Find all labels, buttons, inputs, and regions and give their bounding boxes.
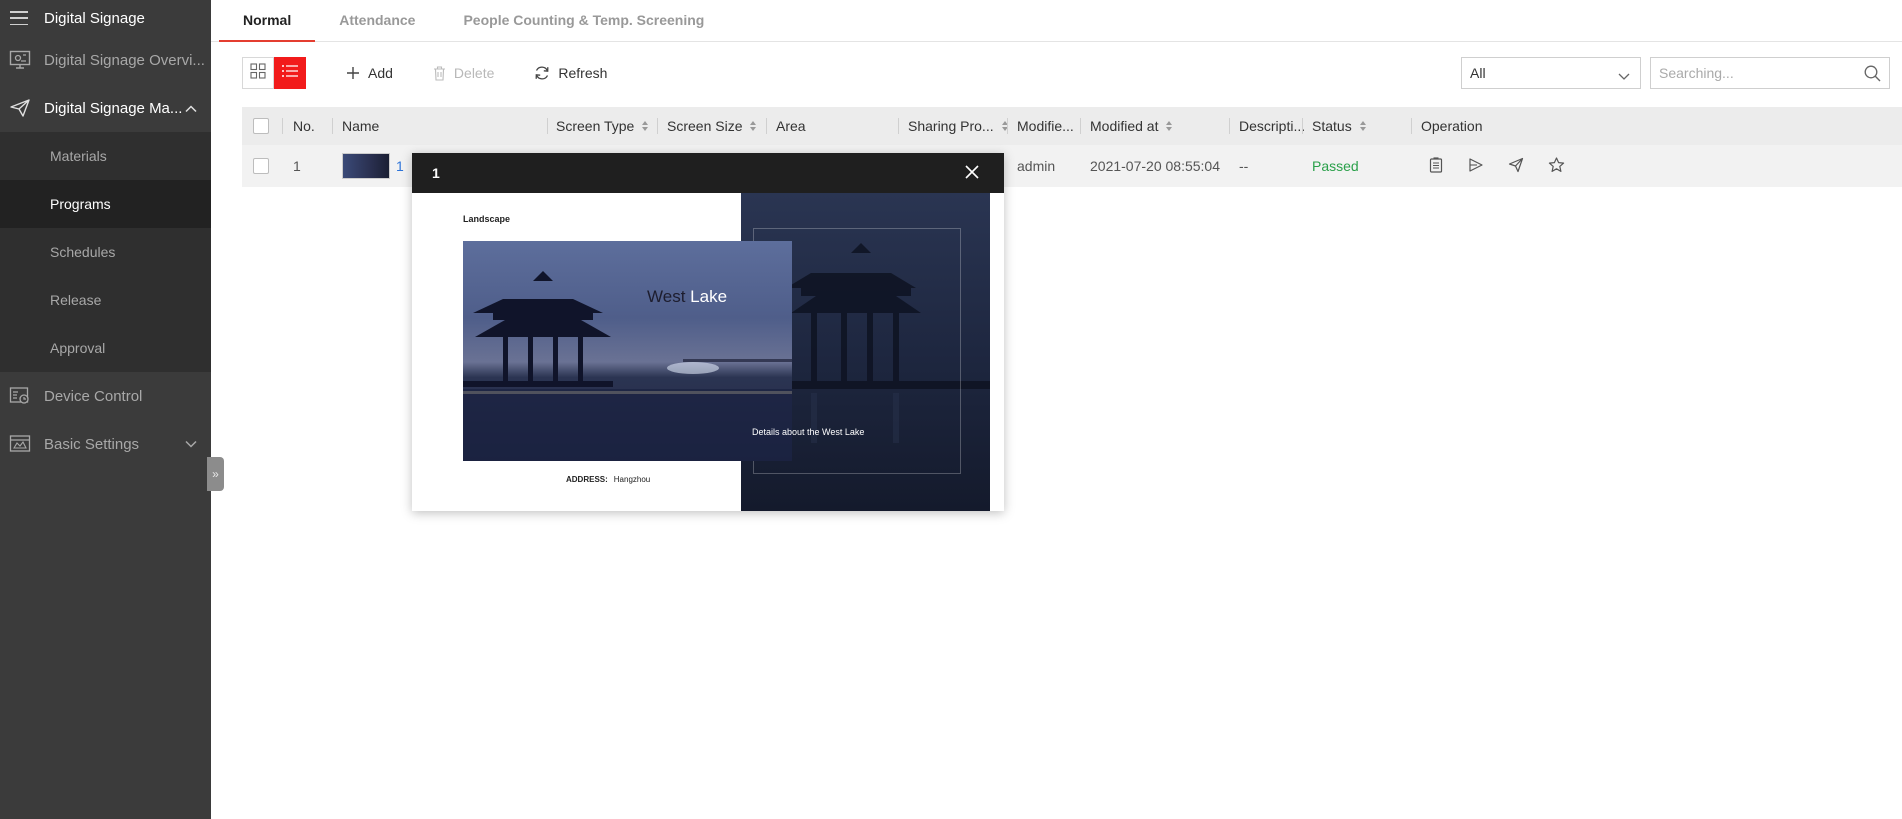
plus-icon xyxy=(346,66,360,80)
address-label: ADDRESS: xyxy=(566,475,608,484)
sidebar-item-label: Basic Settings xyxy=(44,435,140,453)
sidebar-submenu: Materials Programs Schedules Release App… xyxy=(0,132,211,372)
address-value: Hangzhou xyxy=(613,475,651,484)
sidebar-header: Digital Signage xyxy=(0,0,211,36)
tab-attendance[interactable]: Attendance xyxy=(315,0,439,41)
chevron-up-icon xyxy=(185,100,197,117)
close-icon[interactable] xyxy=(964,164,980,183)
grid-view-button[interactable] xyxy=(242,57,274,89)
add-button[interactable]: Add xyxy=(346,65,393,81)
sort-icon xyxy=(642,121,649,131)
column-header-area[interactable]: Area xyxy=(776,107,806,145)
app-root: Digital Signage Digital Signage Overvi..… xyxy=(0,0,1902,819)
sidebar-item-label: Digital Signage Overvi... xyxy=(44,51,205,69)
send-icon[interactable] xyxy=(1508,157,1524,176)
refresh-icon xyxy=(534,65,550,81)
row-checkbox[interactable] xyxy=(253,145,269,187)
sidebar-subitem-schedules[interactable]: Schedules xyxy=(0,228,211,276)
sidebar-item-management[interactable]: Digital Signage Ma... xyxy=(0,84,211,132)
column-header-name[interactable]: Name xyxy=(342,107,379,145)
sidebar-title: Digital Signage xyxy=(44,9,145,27)
column-header-no[interactable]: No. xyxy=(293,107,315,145)
row-status: Passed xyxy=(1312,158,1359,174)
sidebar-item-device-control[interactable]: Device Control xyxy=(0,372,211,420)
search-placeholder: Searching... xyxy=(1659,65,1734,81)
sort-icon xyxy=(1166,121,1173,131)
sidebar-subitem-approval[interactable]: Approval xyxy=(0,324,211,372)
play-icon[interactable] xyxy=(1468,157,1484,176)
program-thumbnail xyxy=(342,153,390,179)
toolbar: Add Delete Refresh All Searching... xyxy=(242,57,1902,89)
delete-label: Delete xyxy=(453,65,495,81)
row-name[interactable]: 1 xyxy=(342,145,404,187)
sidebar-item-label: Digital Signage Ma... xyxy=(44,99,183,117)
popup-preview-canvas: Landscape West Lake Details about the We… xyxy=(412,193,990,511)
paper-plane-icon xyxy=(8,97,32,119)
row-modified-by: admin xyxy=(1017,158,1056,174)
tab-bar: Normal Attendance People Counting & Temp… xyxy=(211,0,1902,42)
sidebar-item-label: Device Control xyxy=(44,387,143,405)
column-header-status[interactable]: Status xyxy=(1312,107,1366,145)
popup-header: 1 xyxy=(412,153,1004,193)
sidebar: Digital Signage Digital Signage Overvi..… xyxy=(0,0,211,819)
search-input[interactable]: Searching... xyxy=(1650,57,1890,89)
column-header-modified-at[interactable]: Modified at xyxy=(1090,107,1173,145)
overview-icon xyxy=(8,49,32,71)
row-operations xyxy=(1428,145,1565,187)
chevron-down-icon xyxy=(185,436,197,453)
row-no: 1 xyxy=(293,158,301,174)
filter-select[interactable]: All xyxy=(1461,57,1641,89)
refresh-button[interactable]: Refresh xyxy=(534,65,607,81)
tab-normal[interactable]: Normal xyxy=(219,0,316,42)
list-icon xyxy=(281,63,299,83)
sidebar-item-basic-settings[interactable]: Basic Settings xyxy=(0,420,211,468)
sidebar-item-overview[interactable]: Digital Signage Overvi... xyxy=(0,36,211,84)
star-icon[interactable] xyxy=(1548,156,1565,176)
popup-title: 1 xyxy=(432,165,440,181)
table-header: No. Name Screen Type Screen Size Area Sh… xyxy=(242,107,1902,145)
tab-people-counting[interactable]: People Counting & Temp. Screening xyxy=(439,0,728,41)
sidebar-subitem-materials[interactable]: Materials xyxy=(0,132,211,180)
list-view-button[interactable] xyxy=(274,57,306,89)
grid-icon xyxy=(250,63,266,83)
column-header-screen-size[interactable]: Screen Size xyxy=(667,107,757,145)
hamburger-menu-icon[interactable] xyxy=(10,11,28,25)
column-header-screen-type[interactable]: Screen Type xyxy=(556,107,649,145)
column-header-description[interactable]: Descripti... xyxy=(1239,107,1305,145)
row-description: -- xyxy=(1239,158,1249,174)
sort-icon xyxy=(1359,121,1366,131)
sidebar-subitem-programs[interactable]: Programs xyxy=(0,180,211,228)
details-caption: Details about the West Lake xyxy=(752,427,865,437)
column-header-modified-by[interactable]: Modifie... xyxy=(1017,107,1074,145)
device-control-icon xyxy=(8,385,32,407)
column-header-operation: Operation xyxy=(1421,118,1483,134)
program-preview-popup: 1 Landscape West Lake Details about the … xyxy=(412,153,1004,511)
select-all-checkbox[interactable] xyxy=(253,107,269,145)
sort-icon xyxy=(750,121,757,131)
refresh-label: Refresh xyxy=(558,65,608,81)
delete-button[interactable]: Delete xyxy=(433,65,494,81)
photo-title: West Lake xyxy=(647,287,728,306)
add-label: Add xyxy=(368,65,393,81)
details-icon[interactable] xyxy=(1428,156,1444,176)
column-header-sharing[interactable]: Sharing Pro... xyxy=(908,107,1008,145)
filter-select-value: All xyxy=(1470,65,1486,81)
address-line: ADDRESS: Hangzhou xyxy=(566,475,650,484)
chevron-down-icon xyxy=(1618,68,1630,84)
row-modified-at: 2021-07-20 08:55:04 xyxy=(1090,158,1220,174)
basic-settings-icon xyxy=(8,433,32,455)
search-icon[interactable] xyxy=(1864,65,1881,85)
west-lake-photo: West Lake xyxy=(463,241,792,461)
landscape-label: Landscape xyxy=(463,214,511,224)
sidebar-subitem-release[interactable]: Release xyxy=(0,276,211,324)
trash-icon xyxy=(433,65,446,81)
